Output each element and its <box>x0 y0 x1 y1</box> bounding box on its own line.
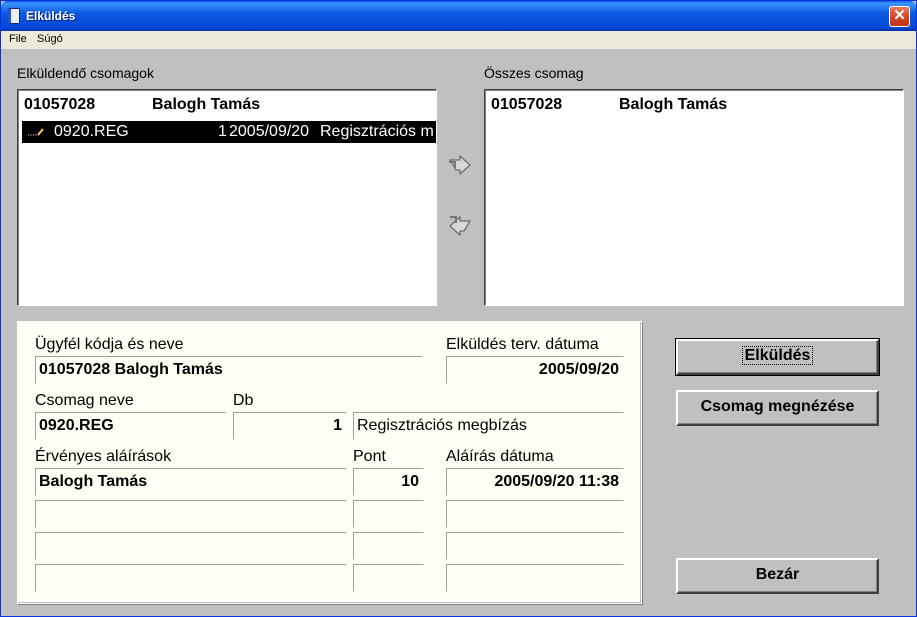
signatures-label: Érvényes aláírások <box>35 448 172 465</box>
package-desc-field: Regisztrációs megbízás <box>353 412 624 440</box>
list-item[interactable]: 01057028 Balogh Tamás <box>489 94 899 116</box>
package-desc-value: Regisztrációs megbízás <box>357 417 527 434</box>
signature-date-field <box>446 500 624 528</box>
signature-points-field <box>353 532 424 560</box>
package-file: 0920.REG <box>54 123 129 140</box>
signature-name-field <box>35 532 347 560</box>
app-window: Elküldés ✕ File Súgó Elküldendő csomagok… <box>0 0 917 617</box>
qty-field: 1 <box>233 412 347 440</box>
qty-label: Db <box>233 392 254 409</box>
signature-points-field <box>353 500 424 528</box>
package-date: 2005/09/20 <box>229 123 310 140</box>
send-button-label: Elküldés <box>741 346 814 365</box>
package-label: Csomag neve <box>35 392 134 409</box>
detail-panel: Ügyfél kódja és neve 01057028 Balogh Tam… <box>17 321 642 604</box>
menu-bar: File Súgó <box>1 31 916 49</box>
app-icon <box>8 8 20 24</box>
signature-name: Balogh Tamás <box>39 473 148 490</box>
send-date-label: Elküldés terv. dátuma <box>446 336 599 353</box>
signature-points: 10 <box>401 473 419 490</box>
title-bar: Elküldés ✕ <box>1 1 916 31</box>
package-value: 0920.REG <box>39 417 114 434</box>
close-button-label: Bezár <box>755 566 800 583</box>
all-package-list[interactable]: 01057028 Balogh Tamás <box>484 89 904 306</box>
list-item[interactable]: 01057028 Balogh Tamás <box>22 94 432 116</box>
package-desc: Regisztrációs m <box>320 123 434 140</box>
client-field: 01057028 Balogh Tamás <box>35 356 423 384</box>
signature-name-field <box>35 564 347 592</box>
package-field: 0920.REG <box>35 412 226 440</box>
package-icon <box>28 128 44 136</box>
package-count: 1 <box>218 123 227 140</box>
points-label: Pont <box>353 448 386 465</box>
sign-date-label: Aláírás dátuma <box>446 448 554 465</box>
client-name: Balogh Tamás <box>152 96 261 113</box>
send-button[interactable]: Elküldés <box>675 338 880 376</box>
menu-help[interactable]: Súgó <box>37 33 63 45</box>
window-title: Elküldés <box>26 9 76 23</box>
arrow-right-icon[interactable] <box>446 154 474 178</box>
list-item-selected[interactable]: 0920.REG 1 2005/09/20 Regisztrációs m <box>22 121 436 143</box>
send-date-value: 2005/09/20 <box>538 361 619 378</box>
qty-value: 1 <box>333 417 342 434</box>
client-label: Ügyfél kódja és neve <box>35 336 184 353</box>
signature-name-field: Balogh Tamás <box>35 468 347 496</box>
signature-date-field <box>446 564 624 592</box>
signature-name-field <box>35 500 347 528</box>
view-package-button-label: Csomag megnézése <box>700 398 855 415</box>
close-icon[interactable]: ✕ <box>889 6 910 27</box>
client-name: Balogh Tamás <box>619 96 728 113</box>
client-code: 01057028 <box>24 96 96 113</box>
all-list-label: Összes csomag <box>484 65 584 81</box>
signature-date-field <box>446 532 624 560</box>
signature-points-field <box>353 564 424 592</box>
arrow-left-icon[interactable] <box>446 213 474 237</box>
client-value: 01057028 Balogh Tamás <box>39 361 223 378</box>
view-package-button[interactable]: Csomag megnézése <box>676 390 879 426</box>
client-code: 01057028 <box>491 96 563 113</box>
pending-list-label: Elküldendő csomagok <box>17 65 154 81</box>
send-date-field: 2005/09/20 <box>446 356 624 384</box>
signature-date-field: 2005/09/20 11:38 <box>446 468 624 496</box>
close-button[interactable]: Bezár <box>676 558 879 594</box>
signature-points-field: 10 <box>353 468 424 496</box>
signature-date: 2005/09/20 11:38 <box>494 473 619 490</box>
menu-file[interactable]: File <box>9 33 27 45</box>
pending-package-list[interactable]: 01057028 Balogh Tamás 0920.REG 1 2005/09… <box>17 89 437 306</box>
